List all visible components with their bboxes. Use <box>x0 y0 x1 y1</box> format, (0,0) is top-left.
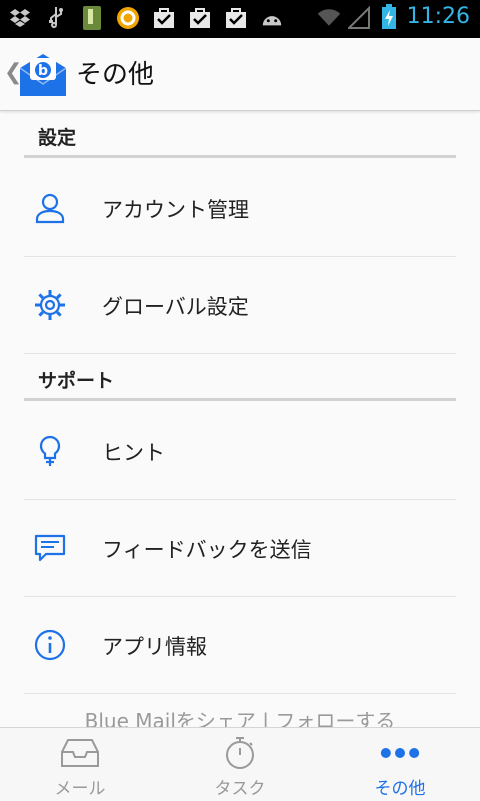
notification-icons <box>8 6 284 30</box>
android-icon <box>260 6 284 30</box>
signal-icon <box>347 5 371 29</box>
download-check-icon <box>224 6 248 30</box>
sd-card-icon <box>80 6 104 30</box>
chat-icon <box>34 532 66 564</box>
battery-charging-icon <box>377 3 401 29</box>
dropbox-icon <box>8 6 32 30</box>
status-icons: 11:26 <box>317 3 470 29</box>
stopwatch-icon <box>220 736 260 770</box>
list-item-label: ヒント <box>102 441 165 465</box>
list-item-send-feedback[interactable]: フィードバックを送信 <box>24 500 456 597</box>
download-check-icon <box>152 6 176 30</box>
list-item-label: アカウント管理 <box>102 198 249 222</box>
list-item-label: グローバル設定 <box>102 295 249 319</box>
lightbulb-icon <box>34 435 66 467</box>
bluemail-logo-icon[interactable]: b <box>18 50 68 100</box>
action-bar: ❮ b その他 <box>0 38 480 111</box>
status-bar: 11:26 <box>0 0 480 38</box>
info-icon <box>34 629 66 661</box>
gear-icon <box>34 289 66 321</box>
section-title: サポート <box>38 370 115 392</box>
notification-icon <box>116 6 140 30</box>
list-item-label: フィードバックを送信 <box>102 538 312 562</box>
person-icon <box>34 192 66 224</box>
usb-icon <box>44 6 68 30</box>
section-header-support: サポート <box>24 354 456 401</box>
list-item-account-management[interactable]: アカウント管理 <box>24 160 456 257</box>
nav-label: タスク <box>214 779 266 799</box>
nav-label: メール <box>54 779 106 799</box>
list-item-tips[interactable]: ヒント <box>24 403 456 500</box>
list-item-label: アプリ情報 <box>102 635 207 659</box>
nav-tab-tasks[interactable]: タスク <box>160 728 320 801</box>
section-title: 設定 <box>38 127 77 149</box>
nav-tab-mail[interactable]: メール <box>0 728 160 801</box>
section-header-settings: 設定 <box>24 111 456 158</box>
clock: 11:26 <box>406 4 470 29</box>
wifi-icon <box>317 5 341 29</box>
settings-list: 設定 アカウント管理 グローバル設定 サポート ヒント フィードバックを送信 ア… <box>0 111 480 727</box>
nav-tab-more[interactable]: その他 <box>320 728 480 801</box>
share-follow-link[interactable]: Blue Mailをシェア | フォローする <box>24 705 456 727</box>
list-item-app-info[interactable]: アプリ情報 <box>24 597 456 694</box>
inbox-icon <box>60 736 100 770</box>
download-check-icon <box>188 6 212 30</box>
list-item-global-settings[interactable]: グローバル設定 <box>24 257 456 354</box>
svg-text:b: b <box>38 63 48 79</box>
more-dots-icon <box>380 736 420 770</box>
page-title: その他 <box>76 60 155 90</box>
bottom-navigation: メール タスク その他 <box>0 727 480 801</box>
nav-label: その他 <box>374 779 426 799</box>
